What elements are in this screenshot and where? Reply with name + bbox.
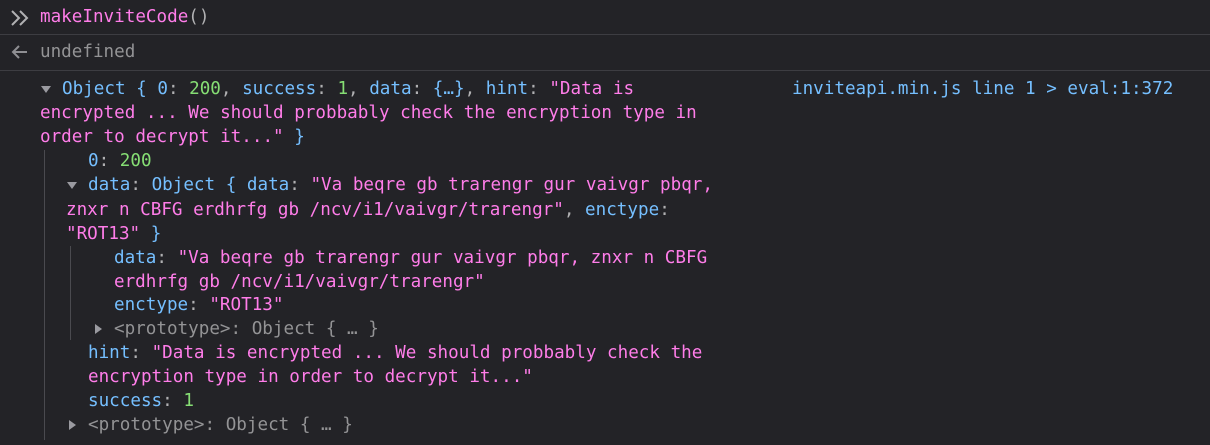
tree-row-data-data-line2: erdhrfg gb /ncv/i1/vaivgr/trarengr" — [114, 272, 485, 292]
tree-row-enctype: enctype: "ROT13" — [114, 295, 284, 315]
tree-row-data[interactable]: data: Object { data: "Va beqre gb traren… — [88, 173, 713, 197]
object-summary[interactable]: Object { 0: 200, success: 1, data: {…}, … — [62, 77, 634, 101]
collapse-toggle-icon[interactable] — [95, 324, 102, 334]
return-value: undefined — [40, 42, 136, 62]
collapse-toggle-icon[interactable] — [69, 420, 76, 430]
tree-row-data-line3: "ROT13" } — [66, 224, 162, 244]
tree-row-0: 0: 200 — [88, 151, 152, 171]
command-args: () — [188, 7, 210, 27]
tree-row-data-data: data: "Va beqre gb trarengr gur vaivgr p… — [114, 248, 708, 268]
tree-row-success: success: 1 — [88, 391, 194, 411]
tree-row-data-line2: znxr n CBFG erdhrfg gb /ncv/i1/vaivgr/tr… — [66, 200, 670, 220]
source-link[interactable]: inviteapi.min.js line 1 > eval:1:372 — [792, 77, 1173, 101]
object-summary-hint-line2: encrypted ... We should probbably check … — [40, 103, 697, 123]
double-chevron-right-icon — [11, 10, 29, 26]
separator — [0, 70, 1210, 71]
tree-row-prototype[interactable]: <prototype>: Object { … } — [114, 317, 379, 341]
arrow-left-icon — [11, 45, 27, 59]
tree-row-hint-line2: encryption type in order to decrypt it..… — [88, 367, 533, 387]
tree-guide — [44, 150, 45, 440]
tree-row-prototype-root[interactable]: <prototype>: Object { … } — [88, 413, 353, 437]
tree-row-hint: hint: "Data is encrypted ... We should p… — [88, 343, 703, 363]
separator — [0, 34, 1210, 35]
expand-toggle-icon[interactable] — [41, 86, 51, 93]
tree-guide — [70, 246, 71, 340]
command-name: makeInviteCode — [40, 7, 189, 27]
object-summary-hint-line3: order to decrypt it..." } — [40, 127, 305, 147]
expand-toggle-icon[interactable] — [67, 182, 77, 189]
console-input[interactable]: makeInviteCode() — [40, 5, 209, 29]
